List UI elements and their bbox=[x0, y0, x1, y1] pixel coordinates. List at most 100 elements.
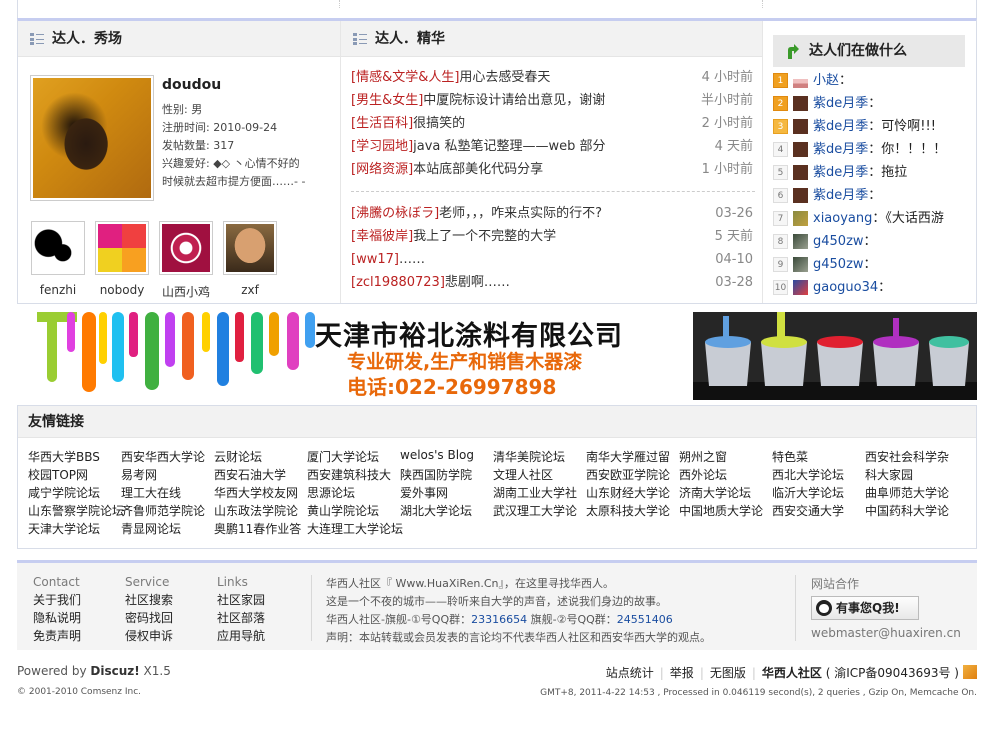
friend-link[interactable]: 咸宁学院论坛 bbox=[28, 484, 100, 501]
friend-link[interactable]: 山东政法学院论 bbox=[214, 502, 298, 519]
friend-link[interactable]: 山东财经大学论 bbox=[586, 484, 670, 501]
friend-link[interactable]: 南华大学雁过留 bbox=[586, 448, 670, 465]
friend-link[interactable]: 西安社会科学杂 bbox=[865, 448, 949, 465]
qq-group-link[interactable]: 24551406 bbox=[617, 613, 673, 626]
friend-link[interactable]: 科大家园 bbox=[865, 466, 913, 483]
doing-item[interactable]: 9 g450zw： bbox=[773, 253, 973, 276]
friend-link[interactable]: 中国药科大学论 bbox=[865, 502, 949, 519]
friend-link[interactable]: 华西大学校友网 bbox=[214, 484, 298, 501]
report-link[interactable]: 举报 bbox=[670, 666, 694, 680]
thread-item[interactable]: [幸福彼岸]我上了一个不完整的大学 5 天前 bbox=[351, 225, 755, 248]
doing-item[interactable]: 7 xiaoyang：《大话西游 bbox=[773, 207, 973, 230]
friend-link[interactable]: 青显网论坛 bbox=[121, 520, 181, 537]
doing-item[interactable]: 4 紫de月季：你！！！！ bbox=[773, 138, 973, 161]
avatar[interactable] bbox=[95, 221, 149, 275]
doing-item[interactable]: 10 gaoguo34： bbox=[773, 276, 973, 299]
avatar[interactable] bbox=[793, 142, 808, 157]
avatar[interactable] bbox=[793, 211, 808, 226]
friend-link[interactable]: 西安石油大学 bbox=[214, 466, 286, 483]
thread-item[interactable]: [男生&女生]中厦院标设计请给出意见，谢谢 半小时前 bbox=[351, 89, 755, 112]
discuz-link[interactable]: Discuz! bbox=[90, 664, 139, 678]
friend-link[interactable]: 西安建筑科技大 bbox=[307, 466, 391, 483]
stats-link[interactable]: 站点统计 bbox=[606, 666, 654, 680]
thread-item[interactable]: [zcl19880723]悲剧啊…… 03-28 bbox=[351, 271, 755, 294]
friend-link[interactable]: 朔州之窗 bbox=[679, 448, 727, 465]
doing-item[interactable]: 5 紫de月季：拖拉 bbox=[773, 161, 973, 184]
footer-link[interactable]: 免责声明 bbox=[33, 627, 81, 645]
avatar[interactable] bbox=[793, 188, 808, 203]
thread-item[interactable]: [情感&文学&人生]用心去感受春天 4 小时前 bbox=[351, 66, 755, 89]
friend-item[interactable]: fenzhi bbox=[28, 221, 88, 297]
ad-banner[interactable]: 天津市裕北涂料有限公司 专业研发,生产和销售木器漆 电话:022-2699789… bbox=[37, 312, 977, 400]
friend-link[interactable]: 曲阜师范大学论 bbox=[865, 484, 949, 501]
thread-item[interactable]: [学习园地]java 私塾笔记整理——web 部分 4 天前 bbox=[351, 135, 755, 158]
footer-link[interactable]: 应用导航 bbox=[217, 627, 265, 645]
icp-link[interactable]: ( 渝ICP备09043693号 ) bbox=[826, 666, 959, 680]
friend-item[interactable]: 山西小鸡 bbox=[156, 221, 216, 300]
footer-link[interactable]: 关于我们 bbox=[33, 591, 81, 609]
friend-link[interactable]: 黄山学院论坛 bbox=[307, 502, 379, 519]
footer-link[interactable]: 隐私说明 bbox=[33, 609, 81, 627]
friend-link[interactable]: welos's Blog bbox=[400, 448, 474, 462]
thread-item[interactable]: [网络资源]本站底部美化代码分享 1 小时前 bbox=[351, 158, 755, 181]
avatar[interactable] bbox=[793, 257, 808, 272]
contact-email[interactable]: webmaster@huaxiren.cn bbox=[811, 626, 961, 640]
avatar[interactable] bbox=[793, 119, 808, 134]
profile-avatar[interactable] bbox=[30, 75, 154, 201]
footer-link[interactable]: 社区部落 bbox=[217, 609, 265, 627]
friend-link[interactable]: 华西大学BBS bbox=[28, 448, 100, 465]
friend-link[interactable]: 天津大学论坛 bbox=[28, 520, 100, 537]
friend-link[interactable]: 思源论坛 bbox=[307, 484, 355, 501]
text-version-link[interactable]: 无图版 bbox=[710, 666, 746, 680]
thread-item[interactable]: [ww17]…… 04-10 bbox=[351, 248, 755, 271]
friend-link[interactable]: 齐鲁师范学院论 bbox=[121, 502, 205, 519]
friend-link[interactable]: 湖北大学论坛 bbox=[400, 502, 472, 519]
friend-link[interactable]: 山东警察学院论坛 bbox=[28, 502, 124, 519]
friend-link[interactable]: 特色菜 bbox=[772, 448, 808, 465]
friend-link[interactable]: 西安交通大学 bbox=[772, 502, 844, 519]
avatar[interactable] bbox=[159, 221, 213, 275]
footer-link[interactable]: 侵权申诉 bbox=[125, 627, 173, 645]
thread-item[interactable]: [沸騰の栐ぼラ]老师，，，咋来点实际的行不? 03-26 bbox=[351, 202, 755, 225]
friend-link[interactable]: 中国地质大学论 bbox=[679, 502, 763, 519]
avatar[interactable] bbox=[31, 221, 85, 275]
avatar[interactable] bbox=[793, 165, 808, 180]
footer-link[interactable]: 社区家园 bbox=[217, 591, 265, 609]
qq-contact-button[interactable]: 有事您Q我! bbox=[811, 596, 919, 620]
edit-icon[interactable] bbox=[963, 665, 977, 679]
friend-link[interactable]: 西安华西大学论 bbox=[121, 448, 205, 465]
doing-item[interactable]: 2 紫de月季： bbox=[773, 92, 973, 115]
friend-link[interactable]: 太原科技大学论 bbox=[586, 502, 670, 519]
friend-link[interactable]: 湖南工业大学社 bbox=[493, 484, 577, 501]
avatar[interactable] bbox=[793, 280, 808, 295]
friend-link[interactable]: 文理人社区 bbox=[493, 466, 553, 483]
profile-name[interactable]: doudou bbox=[162, 77, 332, 93]
friend-link[interactable]: 临沂大学论坛 bbox=[772, 484, 844, 501]
thread-item[interactable]: [生活百科]很搞笑的 2 小时前 bbox=[351, 112, 755, 135]
doing-item[interactable]: 1 小赵： bbox=[773, 69, 973, 92]
friend-link[interactable]: 厦门大学论坛 bbox=[307, 448, 379, 465]
friend-link[interactable]: 大连理工大学论坛 bbox=[307, 520, 403, 537]
footer-link[interactable]: 密码找回 bbox=[125, 609, 173, 627]
footer-link[interactable]: 社区搜索 bbox=[125, 591, 173, 609]
avatar[interactable] bbox=[223, 221, 277, 275]
friend-link[interactable]: 云财论坛 bbox=[214, 448, 262, 465]
site-name-link[interactable]: 华西人社区 bbox=[762, 666, 822, 680]
friend-item[interactable]: zxf bbox=[220, 221, 280, 297]
avatar[interactable] bbox=[793, 234, 808, 249]
friend-item[interactable]: nobody bbox=[92, 221, 152, 297]
avatar[interactable] bbox=[793, 96, 808, 111]
doing-item[interactable]: 8 g450zw： bbox=[773, 230, 973, 253]
friend-link[interactable]: 校园TOP网 bbox=[28, 466, 88, 483]
friend-link[interactable]: 爱外事网 bbox=[400, 484, 448, 501]
friend-link[interactable]: 西北大学论坛 bbox=[772, 466, 844, 483]
friend-link[interactable]: 陕西国防学院 bbox=[400, 466, 472, 483]
friend-link[interactable]: 武汉理工大学论 bbox=[493, 502, 577, 519]
friend-link[interactable]: 清华美院论坛 bbox=[493, 448, 565, 465]
qq-group-link[interactable]: 23316654 bbox=[471, 613, 527, 626]
friend-link[interactable]: 理工大在线 bbox=[121, 484, 181, 501]
friend-link[interactable]: 济南大学论坛 bbox=[679, 484, 751, 501]
doing-item[interactable]: 3 紫de月季：可怜啊!!! bbox=[773, 115, 973, 138]
friend-link[interactable]: 奥鹏11春作业答 bbox=[214, 520, 301, 537]
friend-link[interactable]: 西外论坛 bbox=[679, 466, 727, 483]
